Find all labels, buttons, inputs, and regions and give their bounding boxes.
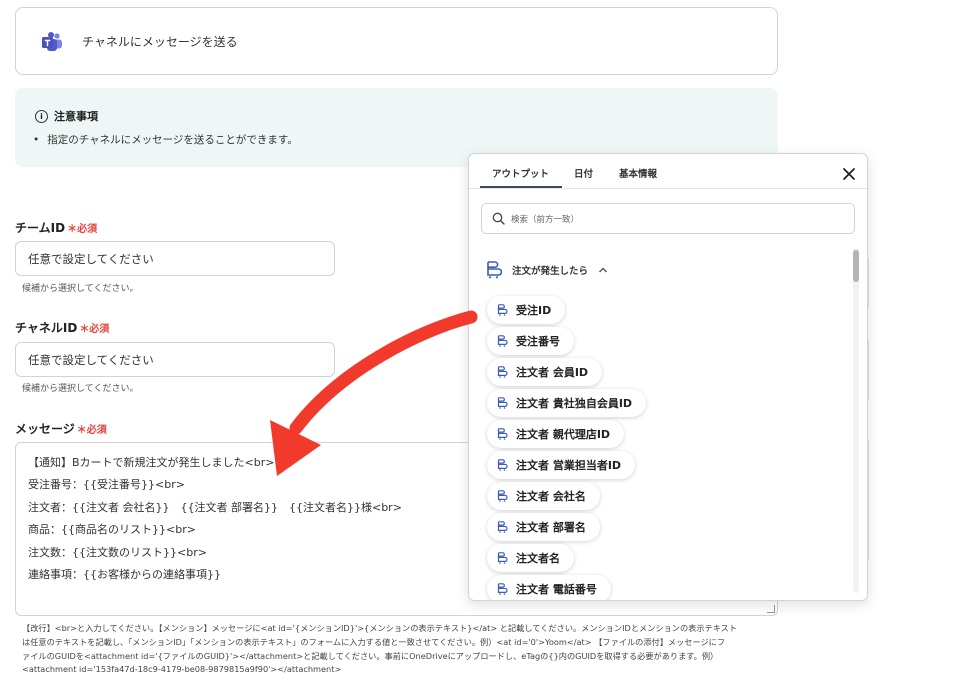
cart-b-icon	[497, 366, 508, 378]
output-item-label: 注文者 部署名	[516, 521, 586, 534]
cart-b-icon	[497, 583, 508, 595]
info-icon: i	[35, 109, 48, 123]
tab-basic-info[interactable]: 基本情報	[619, 166, 657, 180]
resize-handle[interactable]	[767, 605, 775, 613]
cart-b-icon	[497, 459, 508, 471]
required-mark: ＊必須	[76, 425, 107, 436]
output-item-chip[interactable]: 注文者名	[487, 544, 574, 572]
message-label: メッセージ ＊必須	[15, 420, 107, 437]
message-line: 連絡事項：{{お客様からの連絡事項}}	[28, 568, 221, 581]
required-mark: ＊必須	[67, 224, 98, 235]
output-item-chip[interactable]: 注文者 部署名	[487, 513, 600, 541]
action-card[interactable]: チャネルにメッセージを送る	[15, 7, 778, 75]
message-line: 受注番号：{{受注番号}}<br>	[28, 478, 185, 491]
team-id-hint: 候補から選択してください。	[22, 284, 139, 294]
tab-output[interactable]: アウトプット	[492, 166, 549, 180]
tab-date[interactable]: 日付	[574, 166, 593, 180]
search-input[interactable]: 検索（前方一致）	[481, 203, 855, 234]
notice-title: i 注意事項	[35, 108, 98, 124]
output-item-label: 受注ID	[516, 304, 552, 317]
channel-id-label: チャネルID ＊必須	[15, 319, 109, 336]
output-item-label: 注文者 貴社独自会員ID	[516, 397, 633, 410]
output-item-chip[interactable]: 注文者 会員ID	[487, 358, 603, 386]
action-label: チャネルにメッセージを送る	[82, 35, 238, 49]
background-divider	[868, 258, 869, 308]
output-item-label: 受注番号	[516, 335, 560, 348]
message-label-text: メッセージ	[15, 422, 75, 436]
group-label: 注文が発生したら	[512, 266, 589, 277]
tab-divider	[469, 188, 867, 189]
cart-b-icon	[497, 552, 508, 564]
output-item-chip[interactable]: 受注ID	[487, 296, 566, 324]
message-help: 【改行】<br>と入力してください。【メンション】メッセージに<at id='{…	[22, 622, 782, 677]
output-item-label: 注文者 会社名	[516, 490, 586, 503]
channel-id-input[interactable]: 任意で設定してください	[15, 342, 335, 377]
search-icon	[492, 212, 505, 225]
group-header[interactable]: 注文が発生したら	[486, 261, 608, 279]
required-mark: ＊必須	[79, 324, 110, 335]
output-item-chip[interactable]: 受注番号	[487, 327, 574, 355]
output-item-chip[interactable]: 注文者 営業担当者ID	[487, 451, 636, 479]
chevron-up-icon	[599, 267, 608, 273]
channel-id-label-text: チャネルID	[15, 321, 78, 335]
help-line: ァイルのGUIDを<attachment id='{ファイルのGUID}'></…	[22, 650, 719, 661]
cart-b-icon	[497, 397, 508, 409]
output-item-label: 注文者 営業担当者ID	[516, 459, 622, 472]
output-item-chip[interactable]: 注文者 会社名	[487, 482, 600, 510]
cart-b-icon	[497, 304, 508, 316]
teams-icon	[42, 32, 62, 51]
help-line: <attachment id='153fa47d-18c9-4179-be08-…	[22, 664, 342, 675]
background-divider	[868, 340, 869, 400]
help-line: 【改行】<br>と入力してください。【メンション】メッセージに<at id='{…	[22, 623, 738, 633]
help-line: は任意のテキストを記載し、「メンションID」「メンションの表示テキスト」のフォー…	[22, 636, 726, 647]
output-item-label: 注文者 会員ID	[516, 366, 589, 379]
team-id-label: チームID ＊必須	[15, 219, 97, 236]
scrollbar-track[interactable]	[853, 248, 859, 592]
message-line: 注文数：{{注文数のリスト}}<br>	[28, 546, 207, 559]
message-line: 【通知】Bカートで新規注文が発生しました<br>	[28, 456, 275, 469]
cart-b-icon	[497, 521, 508, 533]
message-line: 注文者：{{注文者 会社名}} {{注文者 部署名}} {{注文者名}}様<br…	[28, 501, 402, 514]
cart-b-icon	[497, 490, 508, 502]
output-item-label: 注文者 電話番号	[516, 583, 597, 596]
background-divider	[868, 440, 869, 560]
close-icon[interactable]	[841, 166, 857, 182]
channel-id-hint: 候補から選択してください。	[22, 384, 139, 394]
output-item-label: 注文者名	[516, 552, 560, 565]
cart-b-icon	[487, 261, 502, 279]
output-popover: アウトプット 日付 基本情報 検索（前方一致） 注文が発生したら 受注ID 受注番…	[468, 153, 868, 601]
cart-b-icon	[497, 335, 508, 347]
output-item-label: 注文者 親代理店ID	[516, 428, 611, 441]
scrollbar-thumb[interactable]	[853, 250, 859, 282]
cart-b-icon	[497, 428, 508, 440]
output-item-chip[interactable]: 注文者 親代理店ID	[487, 420, 625, 448]
notice-title-text: 注意事項	[54, 110, 98, 123]
notice-item: 指定のチャネルにメッセージを送ることができます。	[33, 132, 298, 147]
message-line: 商品：{{商品名のリスト}}<br>	[28, 523, 196, 536]
output-item-chip[interactable]: 注文者 貴社独自会員ID	[487, 389, 647, 417]
search-placeholder: 検索（前方一致）	[511, 214, 580, 225]
output-item-chip[interactable]: 注文者 電話番号	[487, 575, 611, 600]
team-id-label-text: チームID	[15, 221, 66, 235]
team-id-input[interactable]: 任意で設定してください	[15, 241, 335, 276]
